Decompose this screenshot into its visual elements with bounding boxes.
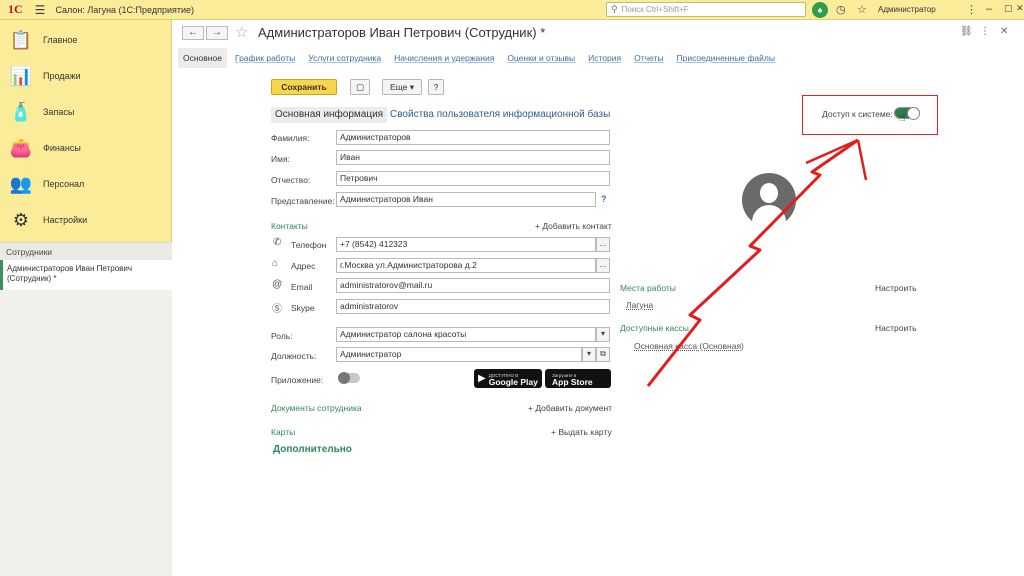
annotation-arrow [646,138,868,387]
arrow-head-right [856,139,868,181]
arrow-shaft [646,138,859,387]
